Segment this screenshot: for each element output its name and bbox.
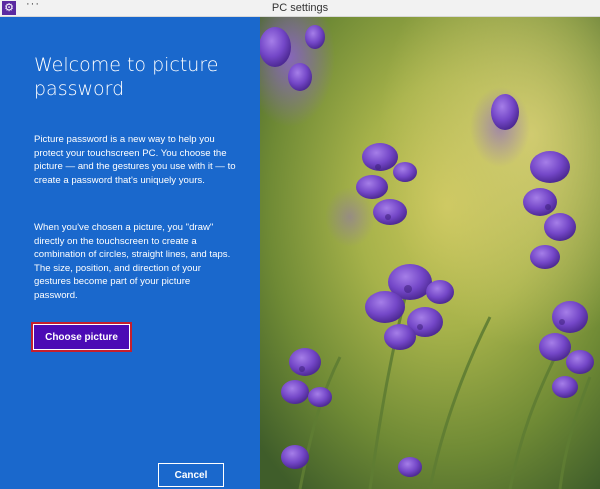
choose-picture-label: Choose picture <box>34 325 129 349</box>
cancel-button[interactable]: Cancel <box>158 463 224 487</box>
picture-password-panel: Welcome to picture password Picture pass… <box>0 17 260 489</box>
title-bar: ⚙ ··· PC settings <box>0 0 600 17</box>
lavender-image <box>260 17 600 489</box>
lavender-photo <box>260 17 600 489</box>
description-paragraph-2: When you've chosen a picture, you "draw"… <box>34 222 231 301</box>
description-paragraph-1: Picture password is a new way to help yo… <box>34 134 236 186</box>
window-title: PC settings <box>271 2 329 14</box>
page-title: Welcome to picture password <box>34 54 219 100</box>
choose-picture-button[interactable]: Choose picture <box>31 322 132 352</box>
